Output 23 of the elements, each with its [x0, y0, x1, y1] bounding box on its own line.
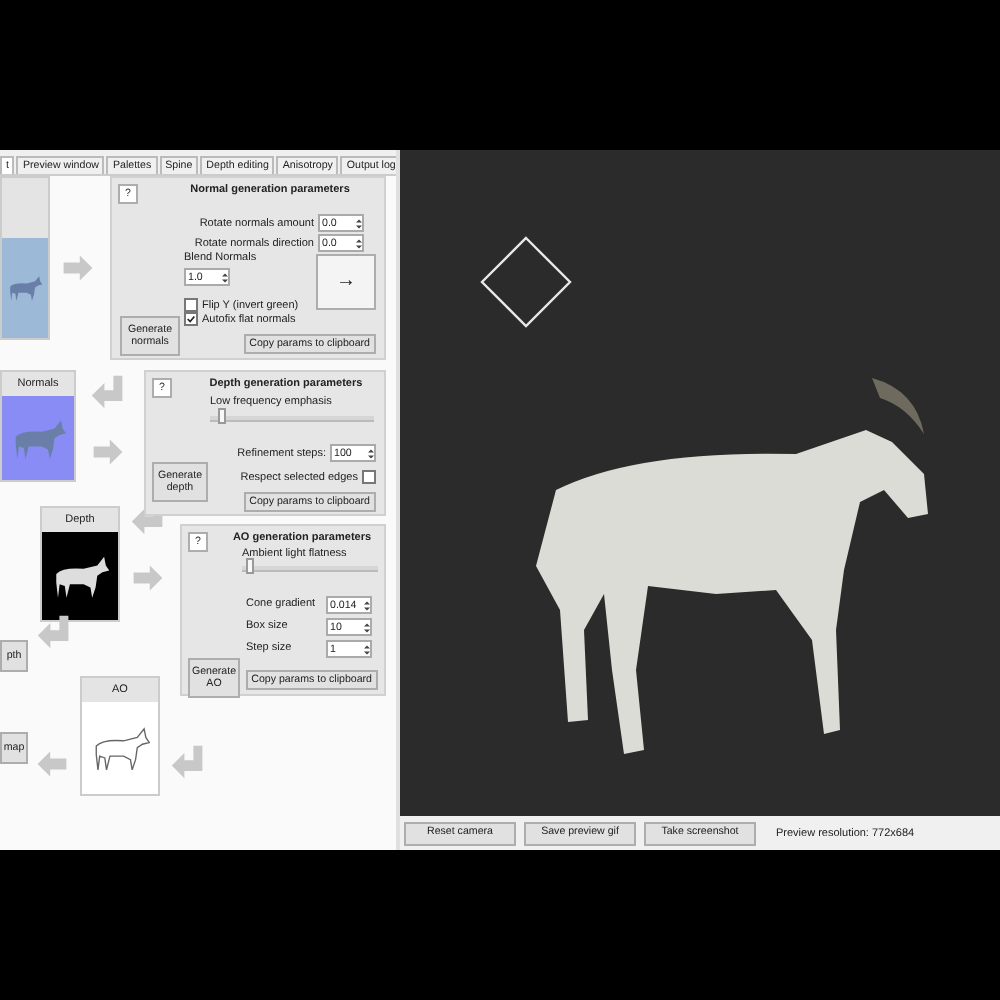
arrow-icon: [90, 374, 126, 410]
spinner-icon: [222, 271, 228, 283]
checkbox[interactable]: [362, 470, 376, 484]
goat-icon: [4, 272, 46, 304]
arrow-icon: [34, 746, 70, 782]
spinner-icon: [364, 599, 370, 611]
arrow-icon: [170, 744, 206, 780]
check-icon: [186, 314, 196, 324]
checkbox[interactable]: [184, 298, 198, 312]
arrow-icon: [60, 250, 96, 286]
arrow-button[interactable]: →: [316, 254, 376, 310]
diamond-icon: [480, 236, 572, 328]
spinner-icon: [364, 621, 370, 633]
spinner-icon: [364, 643, 370, 655]
slider-thumb[interactable]: [218, 408, 227, 424]
arrow-icon: [130, 560, 166, 596]
slider-thumb[interactable]: [246, 558, 255, 574]
arrow-icon: [90, 434, 126, 470]
checkbox[interactable]: [184, 312, 198, 326]
spinner-icon: [356, 217, 362, 229]
spinner-icon: [356, 237, 362, 249]
spinner-icon: [368, 447, 374, 459]
preview-viewport[interactable]: [400, 150, 1000, 816]
